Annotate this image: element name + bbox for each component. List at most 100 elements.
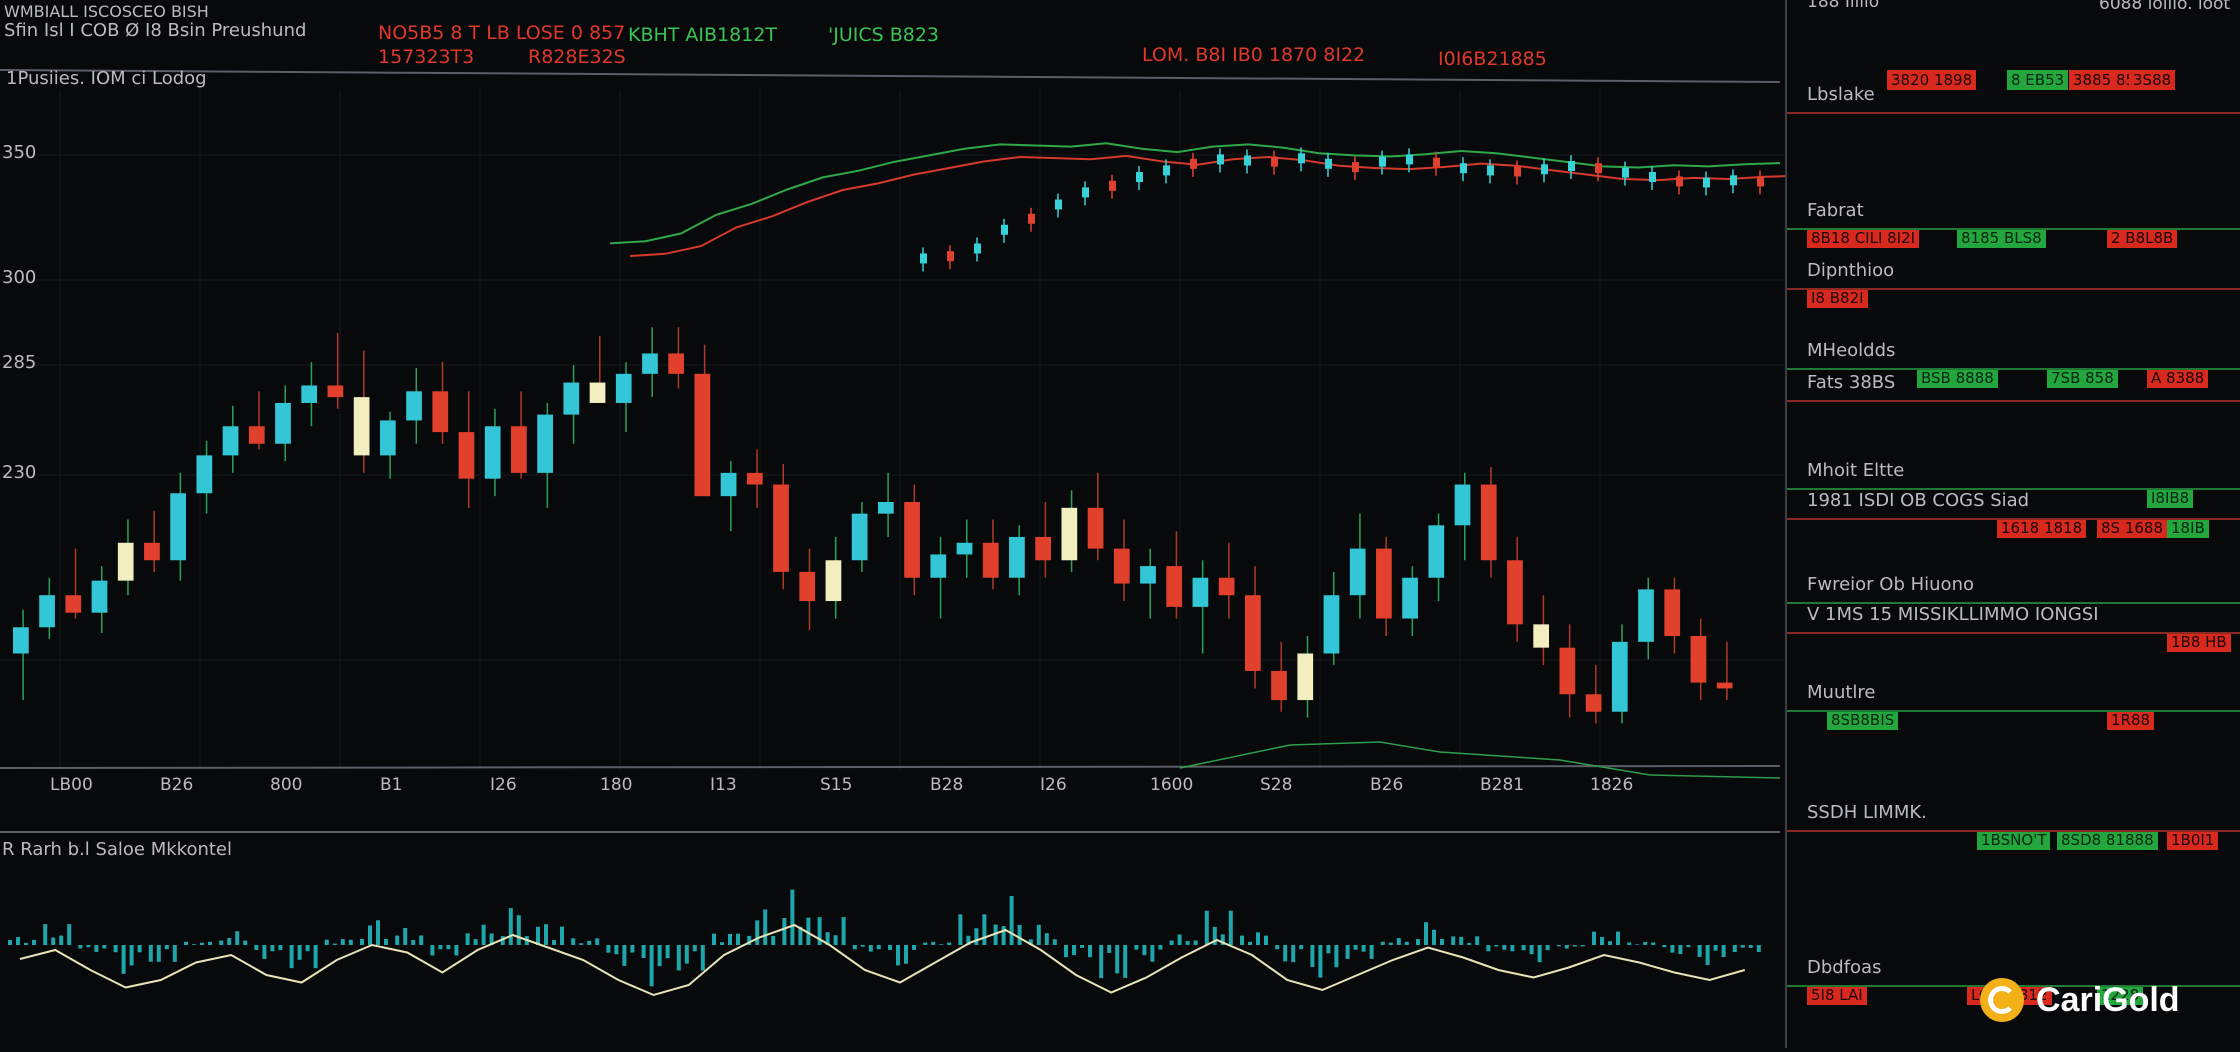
candle (117, 519, 134, 596)
candle (956, 519, 973, 578)
candle (1087, 472, 1104, 561)
upper-candle (1055, 199, 1062, 210)
sidebar-trend-line (1787, 518, 2240, 520)
candlestick-chart[interactable]: 350 300 285 230 LB00 B26 800 B1 I26 180 I13 S15 B28 I… (0, 0, 1801, 835)
candle-body (353, 397, 370, 456)
sidebar-row[interactable]: Mhoit Eltte I8IB8 (1787, 458, 2240, 508)
candle-body (1664, 589, 1681, 636)
candle-body (1140, 566, 1156, 584)
sidebar-row[interactable]: Muutlre 8SB8BIS 1R88 (1787, 680, 2240, 730)
sidebar-row-label: Fats 38BS (1807, 372, 1896, 393)
candle-body (746, 472, 763, 485)
sidebar-row[interactable]: MHeoldds BSB 8888 7SB 858 A 8388 (1787, 338, 2240, 388)
sidebar-row-label: Mhoit Eltte (1807, 460, 1905, 481)
candle (904, 484, 920, 596)
candle-body (1297, 653, 1314, 701)
logo-text: CariGold (2036, 980, 2180, 1019)
upper-candle (1622, 167, 1629, 178)
upper-candle (1325, 158, 1332, 169)
candle (537, 402, 553, 508)
candle-body (91, 580, 108, 613)
sidebar-row[interactable]: Fats 38BS (1787, 370, 2240, 402)
upper-candle (1406, 154, 1413, 165)
sidebar-value-badge: 8SD8 81888 (2057, 830, 2158, 850)
sidebar-value-badge: 5I8 LAI (1807, 985, 1867, 1005)
candle (91, 566, 108, 634)
sidebar-row[interactable]: 1981 ISDI OB COGS Siad 1618 1818 8S 1688 18… (1787, 488, 2240, 538)
x-tick-label: 180 (600, 775, 632, 795)
candle-body (1402, 577, 1418, 619)
sidebar-row-label: Fabrat (1807, 200, 1864, 221)
candle-body (1009, 536, 1025, 578)
upper-candle (1190, 158, 1197, 169)
quote-red-3: R828E32S (528, 46, 626, 68)
candle-body (248, 426, 265, 444)
sidebar-row-label: 1981 ISDI OB COGS Siad (1807, 490, 2030, 511)
sidebar-row[interactable]: V 1MS 15 MISSIKLLIMMO IONGSI 1B8 HB (1787, 602, 2240, 652)
upper-candle (1433, 157, 1440, 168)
candle-body (851, 513, 868, 561)
y-tick-label: 285 (2, 352, 36, 373)
sidebar-row[interactable]: Fwreior Ob Hiuono (1787, 572, 2240, 604)
candle (1585, 665, 1602, 724)
oscillator-chart[interactable] (0, 835, 1785, 1048)
candle (458, 391, 475, 508)
quote-green-1: KBHT AIB1812T (628, 24, 778, 46)
price-chart-panel[interactable]: 350 300 285 230 LB00 B26 800 B1 I26 180 I13 S15 B28 I… (0, 0, 1801, 835)
x-axis-line (0, 765, 1781, 769)
candle-body (275, 402, 291, 444)
candle (982, 519, 999, 590)
upper-candle (1730, 175, 1737, 186)
candle-body (432, 391, 449, 433)
sidebar-value-badge: 8B18 CILI 8I2I (1807, 228, 1920, 248)
sidebar-value-badge: I8 B82I (1807, 288, 1868, 308)
sidebar-row[interactable]: Dipnthioo I8 B82I (1787, 258, 2240, 308)
candle-body (668, 353, 685, 374)
candle-body (956, 542, 973, 555)
sidebar-row[interactable]: Fabrat 8B18 CILI 8I2I 8185 BLS8 2 B8L8B (1787, 198, 2240, 248)
sidebar-row-label: Muutlre (1807, 682, 1876, 703)
sidebar-trend-line (1787, 830, 2240, 832)
candle-body (1428, 525, 1445, 578)
sidebar-row[interactable]: SSDH LIMMK. 1BSNO'T 8SD8 81888 1B0I1 (1787, 800, 2240, 850)
candle-body (1113, 548, 1130, 584)
candle (170, 472, 186, 581)
candle (406, 368, 422, 444)
sidebar-value-badge: 1BSNO'T (1977, 830, 2051, 850)
candle-body (1349, 548, 1366, 596)
upper-candle (1271, 156, 1278, 167)
sidebar-value-badge: 3820 1898 (1887, 70, 1977, 90)
candle (1664, 577, 1681, 654)
candle (1244, 566, 1261, 689)
candle-body (222, 426, 239, 456)
candle (1009, 525, 1025, 596)
candle (563, 365, 580, 444)
candle (773, 464, 789, 590)
candle (275, 385, 291, 462)
candle-body (1244, 595, 1261, 671)
quote-green-2: 'JUICS B823 (828, 24, 940, 46)
candle (1035, 502, 1051, 578)
candle-body (694, 373, 711, 497)
candle (668, 327, 685, 389)
candle-body (379, 420, 396, 456)
x-tick-label: B1 (380, 775, 402, 795)
upper-trend-line-red (629, 154, 1801, 257)
candle-body (1035, 536, 1051, 561)
candle-body (1454, 484, 1471, 526)
x-tick-label: B281 (1480, 775, 1524, 795)
oscillator-panel[interactable]: R Rarh b.l Saloe Mkkontel (0, 835, 1785, 1048)
candle (511, 391, 527, 479)
upper-candle (1676, 176, 1683, 187)
carigold-logo: CariGold (1980, 978, 2180, 1022)
candle-body (1716, 682, 1733, 689)
sidebar-row[interactable]: Lbslake 3820 1898 8 EB53 3885 858 3S88 (1787, 70, 2240, 114)
candle-body (65, 595, 82, 613)
candle (1716, 641, 1733, 701)
candle (1480, 467, 1497, 578)
sidebar-row-label: Dipnthioo (1807, 260, 1895, 281)
candle-body (1166, 566, 1183, 607)
candle-body (1638, 589, 1654, 642)
candle-body (982, 542, 999, 578)
upper-candle (1379, 156, 1386, 167)
